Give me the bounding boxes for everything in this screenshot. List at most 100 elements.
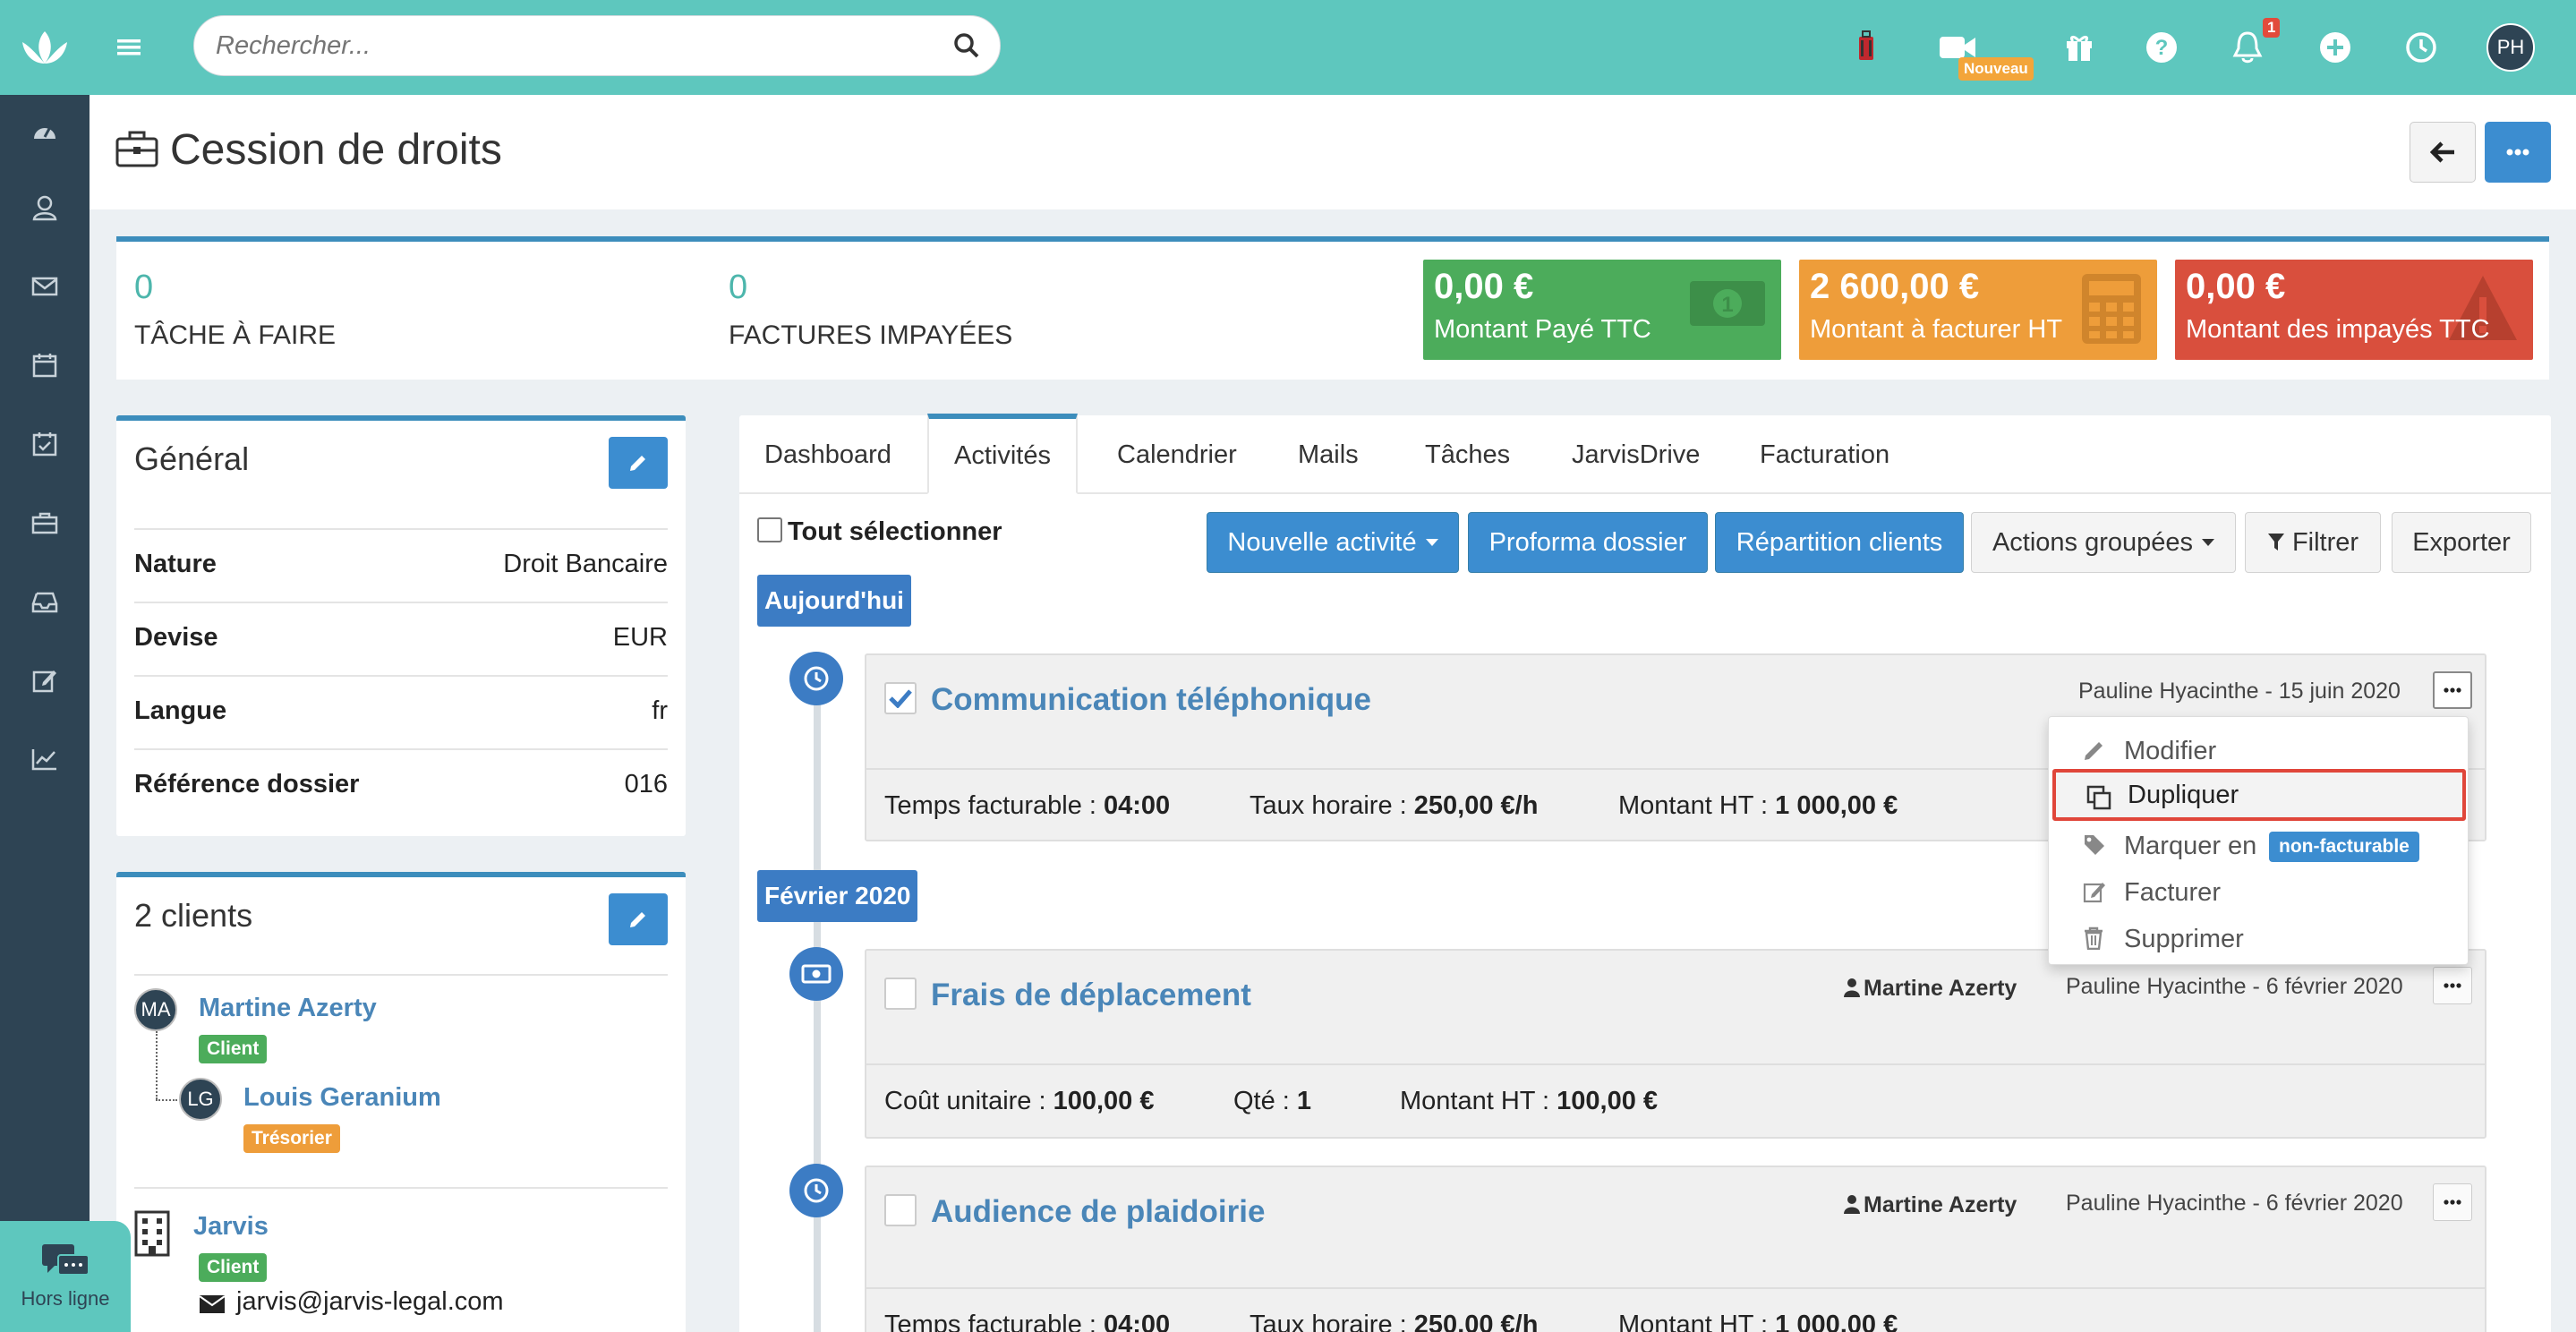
detail-value: 250,00 €/h — [1413, 1311, 1539, 1332]
hamburger-menu-icon[interactable] — [111, 30, 147, 65]
tree-connector — [156, 1031, 158, 1099]
company-email[interactable]: jarvis@jarvis-legal.com — [236, 1287, 504, 1317]
paid-amount-box: 1 0,00 € Montant Payé TTC — [1423, 260, 1781, 360]
activity-title[interactable]: Audience de plaidoirie — [931, 1194, 1265, 1230]
search-icon[interactable] — [953, 32, 980, 59]
detail-key: Taux horaire : — [1250, 1311, 1414, 1332]
menu-item-supprimer[interactable]: Supprimer — [2049, 916, 2468, 962]
back-button[interactable] — [2410, 122, 2476, 183]
activity-type-clock-icon — [789, 1164, 843, 1217]
menu-item-marquer[interactable]: Marquer en non-facturable — [2049, 823, 2468, 869]
activity-checkbox[interactable] — [884, 978, 917, 1010]
activity-type-clock-icon — [789, 652, 843, 705]
proforma-button[interactable]: Proforma dossier — [1468, 512, 1708, 573]
mail-icon[interactable] — [25, 267, 64, 306]
tab-jarvisdrive[interactable]: JarvisDrive — [1547, 415, 1725, 494]
dashboard-icon[interactable] — [25, 111, 64, 150]
inbox-icon[interactable] — [25, 582, 64, 621]
chat-icon — [42, 1244, 90, 1276]
non-facturable-badge: non-facturable — [2269, 832, 2419, 862]
repartition-button[interactable]: Répartition clients — [1715, 512, 1964, 573]
reference-value: 016 — [624, 770, 668, 798]
pencil-icon — [2085, 742, 2103, 760]
client-role-badge: Client — [199, 1035, 268, 1063]
langue-label: Langue — [134, 696, 227, 725]
contacts-icon[interactable] — [25, 188, 64, 227]
select-all-label: Tout sélectionner — [788, 517, 1002, 546]
activity-actions-button[interactable] — [2433, 1183, 2472, 1221]
menu-item-label: Modifier — [2124, 736, 2217, 765]
search-input[interactable] — [216, 16, 932, 75]
client-name-link[interactable]: Louis Geranium — [243, 1083, 441, 1113]
filter-icon — [2267, 534, 2284, 551]
new-activity-button[interactable]: Nouvelle activité — [1207, 512, 1459, 573]
menu-item-facturer[interactable]: Facturer — [2049, 869, 2468, 916]
activity-checkbox[interactable] — [884, 682, 917, 714]
app-logo[interactable] — [0, 0, 90, 95]
new-feature-badge: Nouveau — [1958, 57, 2034, 81]
tab-facturation[interactable]: Facturation — [1735, 415, 1915, 494]
tab-taches[interactable]: Tâches — [1400, 415, 1535, 494]
detail-field: Temps facturable : 04:00 — [884, 1311, 1170, 1332]
add-icon[interactable] — [2311, 23, 2359, 72]
divider — [134, 675, 668, 677]
offline-chat-widget[interactable]: Hors ligne — [0, 1221, 131, 1332]
notification-count-badge: 1 — [2263, 18, 2281, 38]
company-name-link[interactable]: Jarvis — [193, 1212, 269, 1242]
detail-key: Taux horaire : — [1250, 791, 1414, 820]
tab-activites[interactable]: Activités — [927, 414, 1078, 494]
tasks-count: 0 — [134, 269, 154, 306]
tab-calendrier[interactable]: Calendrier — [1092, 415, 1262, 494]
clock-icon[interactable] — [2397, 23, 2445, 72]
divider — [134, 1187, 668, 1189]
client-role-badge: Trésorier — [243, 1124, 340, 1153]
checkmark-icon — [889, 689, 912, 708]
edit-icon — [2083, 883, 2105, 903]
edit-document-icon[interactable] — [25, 661, 64, 700]
suitcase-icon[interactable] — [1842, 23, 1890, 72]
calendar-icon[interactable] — [25, 346, 64, 385]
tasks-calendar-icon[interactable] — [25, 424, 64, 464]
tab-mails[interactable]: Mails — [1273, 415, 1384, 494]
grouped-actions-button[interactable]: Actions groupées — [1971, 512, 2236, 573]
activity-actions-button[interactable] — [2433, 671, 2472, 709]
edit-general-button[interactable] — [609, 437, 668, 489]
calculator-icon — [2082, 274, 2141, 344]
tab-dashboard[interactable]: Dashboard — [739, 415, 917, 494]
page-title: Cession de droits — [170, 126, 502, 174]
date-group-february: Février 2020 — [757, 870, 918, 922]
detail-value: 1 — [1296, 1087, 1312, 1115]
user-avatar[interactable]: PH — [2486, 23, 2535, 72]
divider — [134, 528, 668, 530]
more-options-button[interactable] — [2485, 122, 2551, 183]
detail-field: Taux horaire : 250,00 €/h — [1250, 791, 1538, 821]
top-bar — [90, 0, 2576, 95]
tag-icon — [2085, 835, 2104, 855]
user-icon — [1844, 978, 1860, 997]
menu-item-modifier[interactable]: Modifier — [2049, 728, 2468, 774]
activity-actions-button[interactable] — [2433, 967, 2472, 1004]
detail-value: 250,00 €/h — [1413, 791, 1539, 820]
client-name-link[interactable]: Martine Azerty — [199, 994, 377, 1023]
to-invoice-amount-box: 2 600,00 € Montant à facturer HT — [1799, 260, 2157, 360]
money-bill-icon: 1 — [1690, 281, 1765, 326]
export-button[interactable]: Exporter — [2392, 512, 2531, 573]
help-icon[interactable]: ? — [2137, 23, 2186, 72]
detail-value: 1 000,00 € — [1775, 1311, 1898, 1332]
briefcase-icon — [115, 131, 158, 167]
invoices-label: FACTURES IMPAYÉES — [729, 320, 1013, 350]
company-role-badge: Client — [199, 1253, 268, 1282]
select-all-checkbox[interactable] — [757, 517, 782, 542]
grouped-actions-label: Actions groupées — [1992, 527, 2194, 557]
activity-title[interactable]: Communication téléphonique — [931, 682, 1371, 718]
statistics-icon[interactable] — [25, 739, 64, 779]
detail-key: Temps facturable : — [884, 1311, 1104, 1332]
activity-checkbox[interactable] — [884, 1194, 917, 1226]
gift-icon[interactable] — [2055, 23, 2103, 72]
menu-item-dupliquer[interactable]: Dupliquer — [2052, 769, 2466, 821]
filter-button[interactable]: Filtrer — [2245, 512, 2381, 573]
activity-title[interactable]: Frais de déplacement — [931, 978, 1251, 1013]
edit-clients-button[interactable] — [609, 893, 668, 945]
detail-key: Montant HT : — [1618, 791, 1776, 820]
briefcase-icon[interactable] — [25, 503, 64, 542]
